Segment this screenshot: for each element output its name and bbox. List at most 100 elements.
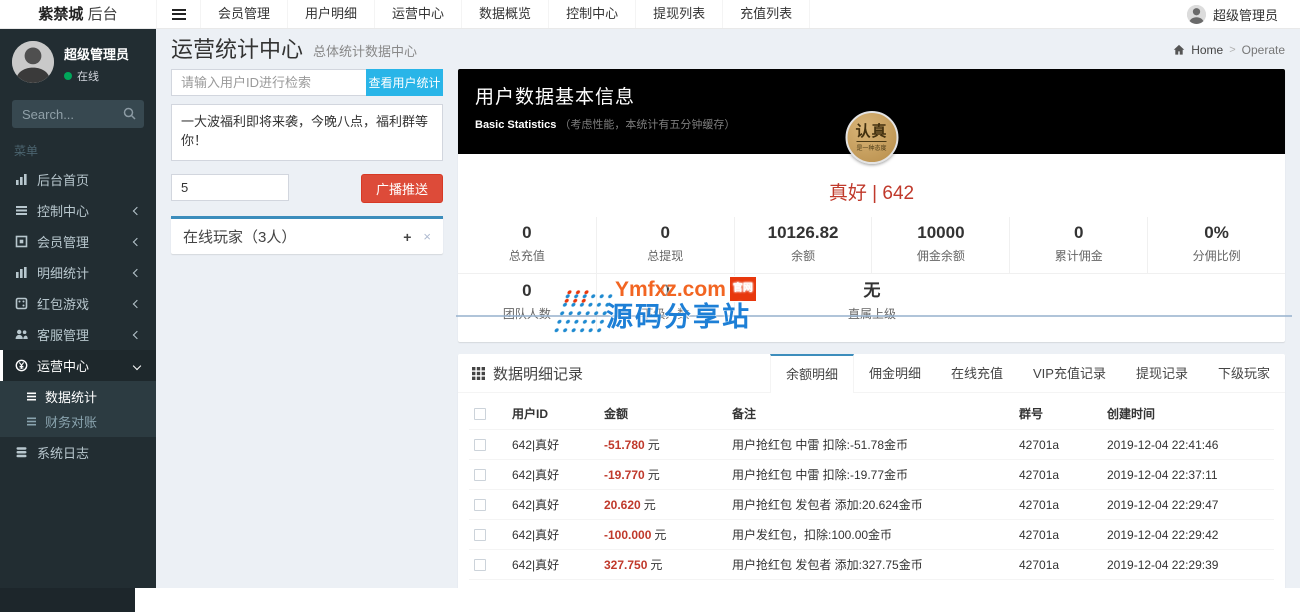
sidebar-item-detail-stats[interactable]: 明细统计 [0, 257, 156, 288]
col-amount: 金额 [599, 398, 727, 430]
sidebar-item-label: 控制中心 [37, 204, 90, 219]
bar-chart-icon [14, 173, 28, 186]
cell-note: 用户发红包，扣除:100.00金币 [727, 519, 1014, 550]
chevron-left-icon [132, 206, 142, 215]
row-checkbox[interactable] [474, 439, 486, 452]
tab-subordinate-players[interactable]: 下级玩家 [1203, 354, 1285, 392]
list-icon [26, 391, 37, 402]
sidebar-item-customer-service[interactable]: 客服管理 [0, 319, 156, 350]
stats-card-subtitle-note: （考虑性能，本统计有五分钟缓存） [559, 119, 736, 131]
sidebar-item-label: 红包游戏 [37, 297, 90, 312]
topbar-user-menu[interactable]: 超级管理员 [1186, 0, 1300, 28]
panel-close-icon[interactable]: × [423, 230, 431, 243]
bottom-left-dark-block [0, 588, 135, 612]
table-row: 642|真好 -51.780 元 用户抢红包 中雷 扣除:-51.78金币 427… [469, 429, 1274, 460]
panel-collapse-icon[interactable]: + [403, 230, 411, 244]
view-user-stats-button[interactable]: 查看用户统计 [366, 69, 443, 96]
cell-amount: -100.000 元 [599, 519, 727, 550]
sidebar-item-dashboard[interactable]: 后台首页 [0, 164, 156, 195]
topnav-item-recharge-list[interactable]: 充值列表 [722, 0, 811, 28]
chevron-left-icon [132, 299, 142, 308]
stat-total-recharge: 0 总充值 [508, 223, 545, 263]
sidebar-user-panel: 超级管理员 在线 [0, 29, 156, 92]
record-tabs: 余额明细 佣金明细 在线充值 VIP充值记录 提现记录 下级玩家 [769, 354, 1285, 393]
home-icon [1173, 44, 1185, 56]
stat-commission-ratio: 0% 分佣比例 [1147, 217, 1285, 273]
user-basic-info-card: 用户数据基本信息 Basic Statistics （考虑性能，本统计有五分钟缓… [458, 69, 1285, 342]
tab-balance-detail[interactable]: 余额明细 [769, 354, 854, 393]
sidebar-item-control-center[interactable]: 控制中心 [0, 195, 156, 226]
topnav-item-user-detail[interactable]: 用户明细 [287, 0, 374, 28]
cell-amount: -51.780 元 [599, 429, 727, 460]
stat-commission-balance: 10000 佣金余额 [871, 217, 1009, 273]
app-logo[interactable]: 紫禁城 后台 [0, 0, 156, 28]
sidebar-subitem-data-stats[interactable]: 数据统计 [0, 384, 156, 409]
search-icon[interactable] [123, 107, 136, 120]
broadcast-count-input[interactable] [171, 174, 289, 201]
grid-icon [472, 366, 485, 380]
cell-amount: 20.620 元 [599, 489, 727, 520]
users-icon [14, 328, 28, 341]
table-row: 642|真好 20.620 元 用户抢红包 发包者 添加:20.624金币 427… [469, 489, 1274, 520]
broadcast-send-button[interactable]: 广播推送 [361, 174, 443, 203]
tab-vip-recharge[interactable]: VIP充值记录 [1018, 354, 1121, 392]
left-column: 查看用户统计 一大波福利即将来袭，今晚八点，福利群等你！ 广播推送 在线玩家（3… [171, 69, 443, 588]
online-players-title: 在线玩家（3人） [183, 229, 297, 246]
sidebar-item-system-log[interactable]: 系统日志 [0, 437, 156, 468]
detail-records-title: 数据明细记录 [493, 365, 584, 383]
tab-withdraw-records[interactable]: 提现记录 [1121, 354, 1203, 392]
tab-commission-detail[interactable]: 佣金明细 [854, 354, 936, 392]
stat-team-count: 0 团队人数 [502, 281, 551, 321]
stat-total-withdraw: 0 总提现 [595, 217, 734, 273]
row-checkbox[interactable] [474, 499, 486, 512]
cell-created: 2019-12-04 22:29:39 [1102, 549, 1274, 580]
user-id-search-input[interactable] [171, 69, 366, 96]
cell-note: 用户抢红包 发包者 添加:20.624金币 [727, 489, 1014, 520]
tab-online-recharge[interactable]: 在线充值 [936, 354, 1018, 392]
top-navigation: 会员管理 用户明细 运营中心 数据概览 控制中心 提现列表 充值列表 [200, 0, 811, 28]
sidebar-user-status[interactable]: 在线 [77, 68, 99, 84]
topnav-item-withdraw-list[interactable]: 提现列表 [635, 0, 722, 28]
sidebar-subitem-finance-reconciliation[interactable]: 财务对账 [0, 409, 156, 434]
col-note: 备注 [727, 398, 1014, 430]
watermark-horizontal-line [456, 315, 1292, 317]
cell-created: 2019-12-04 22:41:46 [1102, 429, 1274, 460]
cell-group: 42701a [1014, 489, 1102, 520]
cell-group: 42701a [1014, 519, 1102, 550]
table-header-row: 用户ID 金额 备注 群号 创建时间 [469, 398, 1274, 430]
sidebar-item-label: 运营中心 [37, 359, 90, 374]
table-row: 642|真好 -100.000 元 用户发红包，扣除:100.00金币 42701… [469, 519, 1274, 550]
col-created: 创建时间 [1102, 398, 1274, 430]
topnav-item-control[interactable]: 控制中心 [548, 0, 635, 28]
cell-created: 2019-12-04 22:29:47 [1102, 489, 1274, 520]
sidebar-submenu: 数据统计 财务对账 [0, 381, 156, 437]
stats-card-title: 用户数据基本信息 [475, 87, 636, 108]
topnav-item-data-overview[interactable]: 数据概览 [461, 0, 548, 28]
table-row: 642|真好 -19.770 元 用户抢红包 中雷 扣除:-19.77金币 427… [469, 459, 1274, 490]
col-user-id: 用户ID [507, 398, 599, 430]
broadcast-message-textarea[interactable]: 一大波福利即将来袭，今晚八点，福利群等你！ [171, 104, 443, 161]
stat-balance: 10126.82 余额 [733, 217, 872, 273]
cell-group: 42701a [1014, 429, 1102, 460]
topnav-item-members[interactable]: 会员管理 [200, 0, 287, 28]
user-badge-avatar: 认真 是一种态度 [845, 111, 898, 164]
logo-light: 后台 [87, 6, 118, 23]
main-content: 运营统计中心 总体统计数据中心 Home > Operate 查看用户统计 一大… [156, 29, 1300, 588]
breadcrumb-home[interactable]: Home [1191, 43, 1223, 57]
select-all-checkbox[interactable] [474, 408, 486, 421]
cell-group: 42701a [1014, 549, 1102, 580]
dice-icon [14, 297, 28, 310]
row-checkbox[interactable] [474, 529, 486, 542]
topbar-user-name: 超级管理员 [1212, 7, 1278, 23]
sidebar-item-operation-center[interactable]: 运营中心 [0, 350, 156, 381]
sidebar-item-members[interactable]: 会员管理 [0, 226, 156, 257]
cell-group: 42701a [1014, 459, 1102, 490]
row-checkbox[interactable] [474, 469, 486, 482]
detail-records-card: 数据明细记录 余额明细 佣金明细 在线充值 VIP充值记录 提现记录 下级玩家 [458, 354, 1285, 588]
chevron-left-icon [132, 268, 142, 277]
row-checkbox[interactable] [474, 559, 486, 572]
sidebar-toggle-icon[interactable] [156, 0, 200, 28]
sidebar-item-redpacket-game[interactable]: 红包游戏 [0, 288, 156, 319]
money-icon [14, 359, 28, 372]
topnav-item-operation[interactable]: 运营中心 [374, 0, 461, 28]
